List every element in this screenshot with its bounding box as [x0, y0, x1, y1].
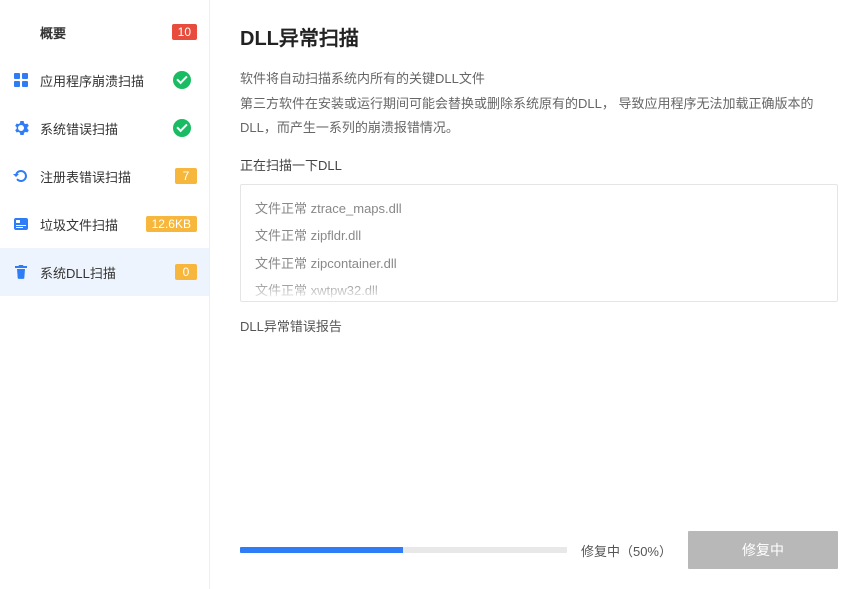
sidebar-item-label: 垃圾文件扫描	[40, 215, 146, 234]
scan-status: 正在扫描一下DLL	[240, 155, 838, 174]
page-title: DLL异常扫描	[240, 22, 838, 51]
sidebar-item-registry[interactable]: 注册表错误扫描 7	[0, 152, 209, 200]
footer: 修复中（50%） 修复中	[240, 531, 838, 589]
progress: 修复中（50%）	[240, 541, 672, 560]
disk-icon	[12, 215, 30, 233]
progress-bar	[240, 547, 567, 553]
repair-button[interactable]: 修复中	[688, 531, 838, 569]
check-icon	[173, 119, 191, 137]
badge-check	[167, 70, 197, 90]
description-line-2: 第三方软件在安装或运行期间可能会替换或删除系统原有的DLL， 导致应用程序无法加…	[240, 92, 838, 141]
sidebar: 概要 10 应用程序崩溃扫描 系统错误扫描 注册表错误扫描 7 垃圾文件扫描 1…	[0, 0, 210, 589]
sidebar-item-dll[interactable]: 系统DLL扫描 0	[0, 248, 209, 296]
progress-text: 修复中（50%）	[581, 541, 672, 560]
progress-fill	[240, 547, 403, 553]
sidebar-item-overview[interactable]: 概要 10	[0, 8, 209, 56]
sidebar-item-system-error[interactable]: 系统错误扫描	[0, 104, 209, 152]
gear-icon	[12, 119, 30, 137]
badge-count: 0	[175, 264, 197, 280]
blank-icon	[12, 23, 30, 41]
sidebar-item-label: 系统错误扫描	[40, 119, 167, 138]
badge-check	[167, 118, 197, 138]
list-item: 文件正常 xwtpw32.dll	[255, 277, 823, 302]
sidebar-item-junk[interactable]: 垃圾文件扫描 12.6KB	[0, 200, 209, 248]
check-icon	[173, 71, 191, 89]
badge-count: 7	[175, 168, 197, 184]
sidebar-item-label: 概要	[40, 23, 172, 42]
description-line-1: 软件将自动扫描系统内所有的关键DLL文件	[240, 67, 838, 92]
sidebar-item-label: 系统DLL扫描	[40, 263, 175, 282]
list-item: 文件正常 zipcontainer.dll	[255, 250, 823, 277]
main-panel: DLL异常扫描 软件将自动扫描系统内所有的关键DLL文件 第三方软件在安装或运行…	[210, 0, 868, 589]
report-title: DLL异常错误报告	[240, 316, 838, 335]
badge-size: 12.6KB	[146, 216, 197, 232]
badge-count: 10	[172, 24, 197, 40]
list-item: 文件正常 zipfldr.dll	[255, 222, 823, 249]
refresh-icon	[12, 167, 30, 185]
scan-result-list: 文件正常 ztrace_maps.dll 文件正常 zipfldr.dll 文件…	[240, 184, 838, 302]
sidebar-item-label: 注册表错误扫描	[40, 167, 175, 186]
sidebar-item-label: 应用程序崩溃扫描	[40, 71, 167, 90]
grid-icon	[12, 71, 30, 89]
trash-icon	[12, 263, 30, 281]
list-item: 文件正常 ztrace_maps.dll	[255, 195, 823, 222]
sidebar-item-app-crash[interactable]: 应用程序崩溃扫描	[0, 56, 209, 104]
